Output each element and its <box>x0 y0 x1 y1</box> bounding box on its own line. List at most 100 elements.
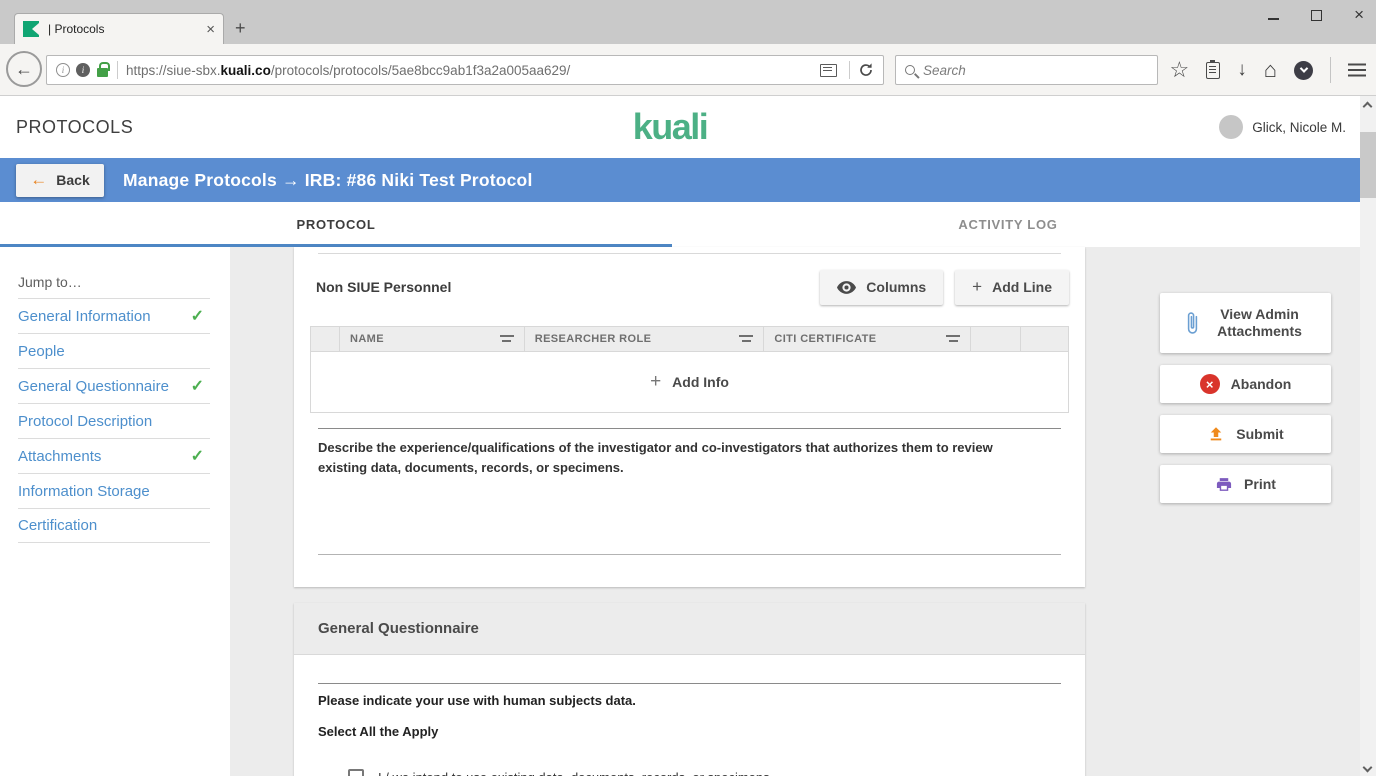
upload-icon <box>1207 425 1225 443</box>
personnel-table: NAME RESEARCHER ROLE CITI CERTIFICATE <box>310 326 1069 413</box>
user-name: Glick, Nicole M. <box>1252 120 1346 135</box>
url-separator <box>117 61 118 79</box>
sidebar-item-label: Certification <box>18 517 97 534</box>
option-label: I / we intend to use existing data, docu… <box>378 769 770 776</box>
home-icon[interactable]: ⌂ <box>1264 57 1277 83</box>
text-field-underline[interactable] <box>318 554 1061 555</box>
browser-window: | Protocols × + × ← i i https://siue-sbx… <box>0 0 1376 776</box>
tab-close-icon[interactable]: × <box>206 21 215 38</box>
columns-button-label: Columns <box>866 279 926 295</box>
submit-button[interactable]: Submit <box>1160 415 1331 453</box>
window-maximize-button[interactable] <box>1311 10 1322 21</box>
new-tab-button[interactable]: + <box>235 18 246 39</box>
user-menu[interactable]: Glick, Nicole M. <box>1219 96 1346 158</box>
page-content: Jump to… General Information ✓ People Ge… <box>0 247 1360 776</box>
info-icon[interactable]: i <box>56 63 70 77</box>
window-close-button[interactable]: × <box>1354 5 1364 25</box>
plus-icon: + <box>650 371 661 393</box>
select-all-label: Select All the Apply <box>318 724 1061 739</box>
columns-button[interactable]: Columns <box>820 270 943 305</box>
url-text: https://siue-sbx.kuali.co/protocols/prot… <box>126 63 814 78</box>
section-header: General Questionnaire <box>294 603 1085 655</box>
sidebar-item-label: General Information <box>18 308 151 325</box>
scroll-down-icon[interactable] <box>1363 763 1373 773</box>
window-minimize-button[interactable] <box>1268 18 1279 20</box>
filter-icon[interactable] <box>500 334 514 345</box>
sidebar-item-people[interactable]: People <box>18 333 210 368</box>
column-header-citi-certificate: CITI CERTIFICATE <box>764 327 971 351</box>
back-button-label: Back <box>56 172 89 188</box>
downloads-icon[interactable]: ↓ <box>1237 59 1247 81</box>
sidebar-item-label: Protocol Description <box>18 413 152 430</box>
people-section-card: Non SIUE Personnel Columns + Add Line <box>294 247 1085 587</box>
refresh-icon[interactable] <box>858 62 874 78</box>
printer-icon <box>1215 476 1233 493</box>
url-separator-2 <box>849 61 850 79</box>
url-bar[interactable]: i i https://siue-sbx.kuali.co/protocols/… <box>46 55 884 85</box>
reader-mode-icon[interactable] <box>820 64 837 77</box>
url-domain: kuali.co <box>221 63 271 78</box>
url-prefix: https://siue-sbx. <box>126 63 221 78</box>
back-button[interactable]: ← Back <box>16 164 104 197</box>
pocket-icon[interactable] <box>1294 61 1313 80</box>
question-divider <box>318 683 1061 684</box>
filter-icon[interactable] <box>946 334 960 345</box>
abandon-button[interactable]: × Abandon <box>1160 365 1331 403</box>
url-path: /protocols/protocols/5ae8bcc9ab1f3a2a005… <box>271 63 570 78</box>
abandon-label: Abandon <box>1231 376 1292 392</box>
sidebar-item-label: Information Storage <box>18 483 150 500</box>
kuali-favicon-icon <box>23 21 39 37</box>
question-divider <box>318 428 1061 429</box>
avatar <box>1219 115 1243 139</box>
scrollbar-thumb[interactable] <box>1360 132 1376 198</box>
search-input[interactable] <box>923 63 1148 78</box>
filter-icon[interactable] <box>739 334 753 345</box>
app-header: PROTOCOLS kuali Glick, Nicole M. <box>0 96 1360 158</box>
sidebar-item-protocol-description[interactable]: Protocol Description <box>18 403 210 438</box>
https-lock-icon[interactable] <box>97 68 108 77</box>
bookmark-star-icon[interactable]: ☆ <box>1169 59 1189 81</box>
permissions-info-icon[interactable]: i <box>76 63 90 77</box>
browser-tab[interactable]: | Protocols × <box>14 13 224 44</box>
tab-title: | Protocols <box>48 22 202 36</box>
submit-label: Submit <box>1236 426 1283 442</box>
view-admin-attachments-label: View Admin Attachments <box>1212 306 1308 340</box>
tab-activity-log[interactable]: ACTIVITY LOG <box>672 202 1344 247</box>
kuali-logo: kuali <box>0 96 1340 158</box>
sidebar-item-label: People <box>18 343 65 360</box>
sidebar-item-information-storage[interactable]: Information Storage <box>18 473 210 508</box>
human-subjects-question-label: Please indicate your use with human subj… <box>318 693 1061 708</box>
add-info-label: Add Info <box>672 374 729 390</box>
search-icon <box>905 65 915 75</box>
browser-search-box[interactable] <box>895 55 1158 85</box>
back-arrow-icon: ← <box>30 170 47 190</box>
general-questionnaire-card: General Questionnaire Please indicate yo… <box>294 603 1085 776</box>
eye-icon <box>837 281 856 294</box>
sidebar-item-general-information[interactable]: General Information ✓ <box>18 298 210 333</box>
view-admin-attachments-button[interactable]: View Admin Attachments <box>1160 293 1331 353</box>
column-header-researcher-role: RESEARCHER ROLE <box>525 327 765 351</box>
check-icon: ✓ <box>191 446 210 466</box>
add-line-button[interactable]: + Add Line <box>955 270 1069 305</box>
page-scrollbar[interactable] <box>1360 96 1376 776</box>
section-tabbar: PROTOCOL ACTIVITY LOG <box>0 202 1360 247</box>
sidebar-item-certification[interactable]: Certification <box>18 508 210 543</box>
check-icon: ✓ <box>191 306 210 326</box>
sidebar-item-general-questionnaire[interactable]: General Questionnaire ✓ <box>18 368 210 403</box>
add-info-button[interactable]: + Add Info <box>310 352 1069 413</box>
browser-toolbar: ← i i https://siue-sbx.kuali.co/protocol… <box>0 44 1376 96</box>
tab-protocol[interactable]: PROTOCOL <box>0 202 672 247</box>
plus-icon: + <box>972 277 982 297</box>
option-checkbox[interactable] <box>348 769 364 776</box>
scroll-up-icon[interactable] <box>1363 102 1373 112</box>
menu-hamburger-icon[interactable] <box>1348 69 1366 71</box>
browser-back-button[interactable]: ← <box>6 51 42 87</box>
breadcrumb: Manage Protocols → IRB: #86 Niki Test Pr… <box>123 170 533 191</box>
general-questionnaire-title: General Questionnaire <box>318 620 479 637</box>
bookmarks-clipboard-icon[interactable] <box>1206 62 1220 79</box>
sidebar-item-attachments[interactable]: Attachments ✓ <box>18 438 210 473</box>
print-label: Print <box>1244 476 1276 492</box>
toolbar-separator <box>1330 57 1331 83</box>
column-header-name: NAME <box>340 327 525 351</box>
print-button[interactable]: Print <box>1160 465 1331 503</box>
